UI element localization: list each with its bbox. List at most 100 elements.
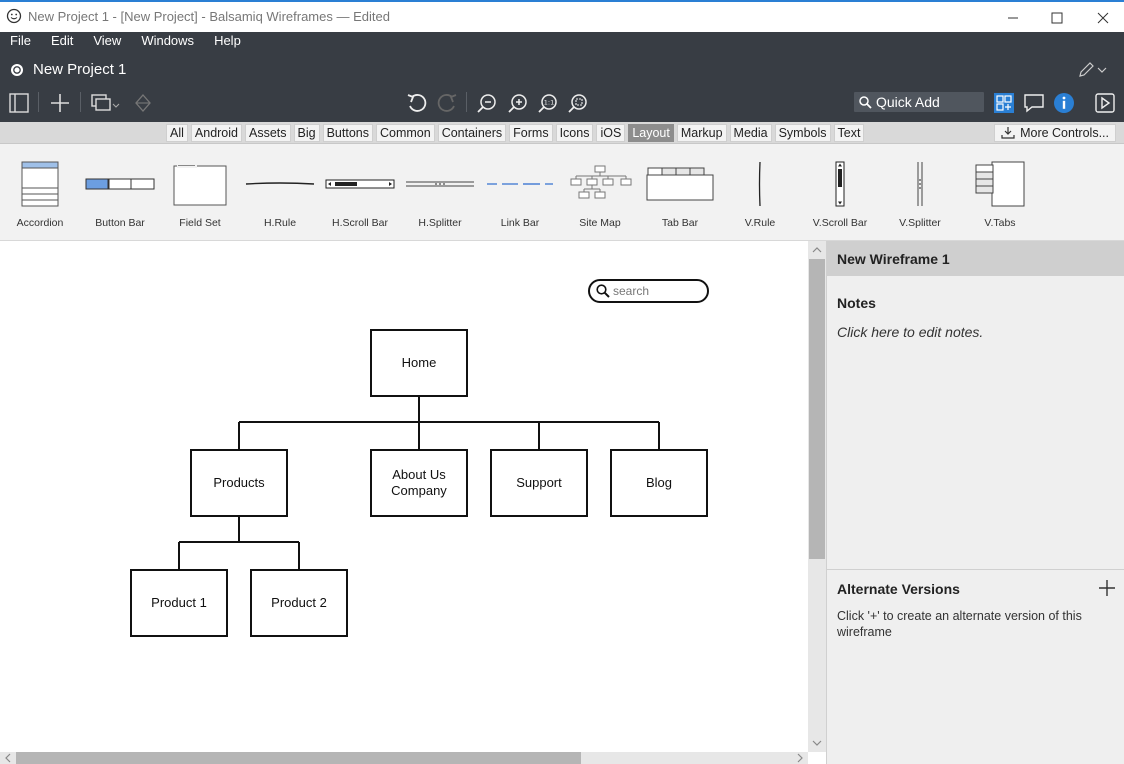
quick-add-field[interactable]: Quick Add: [854, 92, 984, 112]
menu-file[interactable]: File: [0, 32, 41, 50]
menu-view[interactable]: View: [83, 32, 131, 50]
menu-edit[interactable]: Edit: [41, 32, 83, 50]
component-h-scroll-bar[interactable]: H.Scroll Bar: [320, 158, 400, 233]
project-title[interactable]: New Project 1: [33, 61, 126, 78]
zoom-in-button[interactable]: [505, 90, 531, 116]
category-big[interactable]: Big: [293, 124, 320, 142]
balsamiq-app-icon: [6, 8, 22, 24]
category-icons[interactable]: Icons: [555, 124, 594, 142]
window-titlebar: New Project 1 - [New Project] - Balsamiq…: [0, 0, 1124, 32]
category-ios[interactable]: iOS: [596, 124, 626, 142]
category-android[interactable]: Android: [190, 124, 242, 142]
category-layout[interactable]: Layout: [628, 124, 674, 142]
canvas-vertical-scrollbar[interactable]: [808, 241, 826, 752]
redo-button[interactable]: [434, 90, 460, 116]
sitemap-node-home[interactable]: Home: [370, 329, 468, 397]
component-link-bar[interactable]: Link Bar: [480, 158, 560, 233]
ui-library-icon: [994, 93, 1014, 113]
maximize-icon: [1051, 12, 1063, 24]
category-text[interactable]: Text: [833, 124, 865, 142]
menu-windows[interactable]: Windows: [131, 32, 204, 50]
zoom-out-button[interactable]: [474, 90, 500, 116]
category-markup[interactable]: Markup: [676, 124, 727, 142]
ui-library-button[interactable]: [991, 90, 1017, 116]
project-row: New Project 1: [0, 59, 1124, 83]
component-button-bar[interactable]: Button Bar: [80, 158, 160, 233]
toggle-navigator-button[interactable]: [6, 90, 32, 116]
component-label: Tab Bar: [661, 217, 699, 229]
sitemap-node-about-us[interactable]: About Us Company: [370, 449, 468, 517]
component-label: V.Scroll Bar: [812, 217, 868, 229]
canvas-horizontal-scrollbar[interactable]: [0, 752, 808, 764]
actual-size-button[interactable]: 1:1: [535, 90, 561, 116]
component-v-scroll-bar[interactable]: V.Scroll Bar: [800, 158, 880, 233]
category-media[interactable]: Media: [729, 124, 772, 142]
tab-bar-thumb: [646, 167, 714, 201]
wireframe-name[interactable]: New Wireframe 1: [837, 251, 950, 267]
vertical-scroll-thumb[interactable]: [809, 259, 825, 559]
minimize-icon: [1008, 17, 1018, 19]
sitemap-node-blog[interactable]: Blog: [610, 449, 708, 517]
sitemap-node-product-2[interactable]: Product 2: [250, 569, 348, 637]
component-field-set[interactable]: Field Set: [160, 158, 240, 233]
search-input[interactable]: search: [588, 279, 709, 303]
search-placeholder: search: [613, 284, 650, 298]
minimize-button[interactable]: [990, 4, 1036, 32]
category-forms[interactable]: Forms: [509, 124, 553, 142]
component-accordion[interactable]: Accordion: [0, 158, 80, 233]
component-v-rule[interactable]: V.Rule: [720, 158, 800, 233]
category-assets[interactable]: Assets: [245, 124, 291, 142]
toolbar-separator: [80, 92, 81, 112]
chevron-down-icon: [812, 740, 822, 746]
menu-help[interactable]: Help: [204, 32, 251, 50]
link-bar-thumb: [487, 183, 553, 185]
category-tabs: All Android Assets Big Buttons Common Co…: [166, 124, 867, 142]
symbol-button[interactable]: [130, 90, 156, 116]
site-map-thumb: [570, 165, 632, 199]
wireframe-canvas[interactable]: search Home Products About Us Company Su…: [0, 241, 808, 752]
component-label: Site Map: [579, 217, 621, 229]
add-alternate-version-icon[interactable]: [1098, 579, 1116, 597]
component-h-rule[interactable]: H.Rule: [240, 158, 320, 233]
h-rule-thumb: [245, 182, 315, 185]
component-tab-bar[interactable]: Tab Bar: [640, 158, 720, 233]
component-v-splitter[interactable]: V.Splitter: [880, 158, 960, 233]
download-icon: [1001, 127, 1015, 139]
alternate-versions-text: Click '+' to create an alternate version…: [837, 609, 1082, 639]
sitemap-node-support[interactable]: Support: [490, 449, 588, 517]
comments-button[interactable]: [1021, 90, 1047, 116]
category-buttons[interactable]: Buttons: [322, 124, 373, 142]
category-common[interactable]: Common: [375, 124, 435, 142]
plus-icon: [51, 94, 69, 112]
close-button[interactable]: [1080, 4, 1124, 32]
chevron-left-icon: [5, 753, 11, 763]
undo-button[interactable]: [404, 90, 430, 116]
component-h-splitter[interactable]: H.Splitter: [400, 158, 480, 233]
component-v-tabs[interactable]: V.Tabs: [960, 158, 1040, 233]
pencil-icon[interactable]: [1078, 62, 1108, 78]
duplicate-button[interactable]: [88, 90, 124, 116]
notes-text[interactable]: Click here to edit notes.: [837, 324, 983, 340]
chevron-right-icon: [797, 753, 803, 763]
app-header: File Edit View Windows Help New Project …: [0, 32, 1124, 122]
horizontal-scroll-thumb[interactable]: [16, 752, 581, 764]
component-label: V.Splitter: [899, 217, 941, 229]
category-all[interactable]: All: [166, 124, 188, 142]
close-icon: [1097, 12, 1109, 24]
component-site-map[interactable]: Site Map: [560, 158, 640, 233]
category-symbols[interactable]: Symbols: [774, 124, 831, 142]
v-rule-thumb: [758, 161, 761, 207]
zoom-actual-icon: 1:1: [538, 94, 557, 113]
field-set-thumb: [173, 163, 227, 206]
sitemap-node-product-1[interactable]: Product 1: [130, 569, 228, 637]
add-wireframe-button[interactable]: [47, 90, 73, 116]
more-controls-button[interactable]: More Controls...: [994, 124, 1116, 142]
category-containers[interactable]: Containers: [437, 124, 507, 142]
toolbar-separator: [38, 92, 39, 112]
info-button[interactable]: [1051, 90, 1077, 116]
more-controls-label: More Controls...: [1020, 126, 1109, 140]
maximize-button[interactable]: [1034, 4, 1080, 32]
sitemap-node-products[interactable]: Products: [190, 449, 288, 517]
zoom-fit-button[interactable]: [565, 90, 591, 116]
presentation-button[interactable]: [1092, 90, 1118, 116]
